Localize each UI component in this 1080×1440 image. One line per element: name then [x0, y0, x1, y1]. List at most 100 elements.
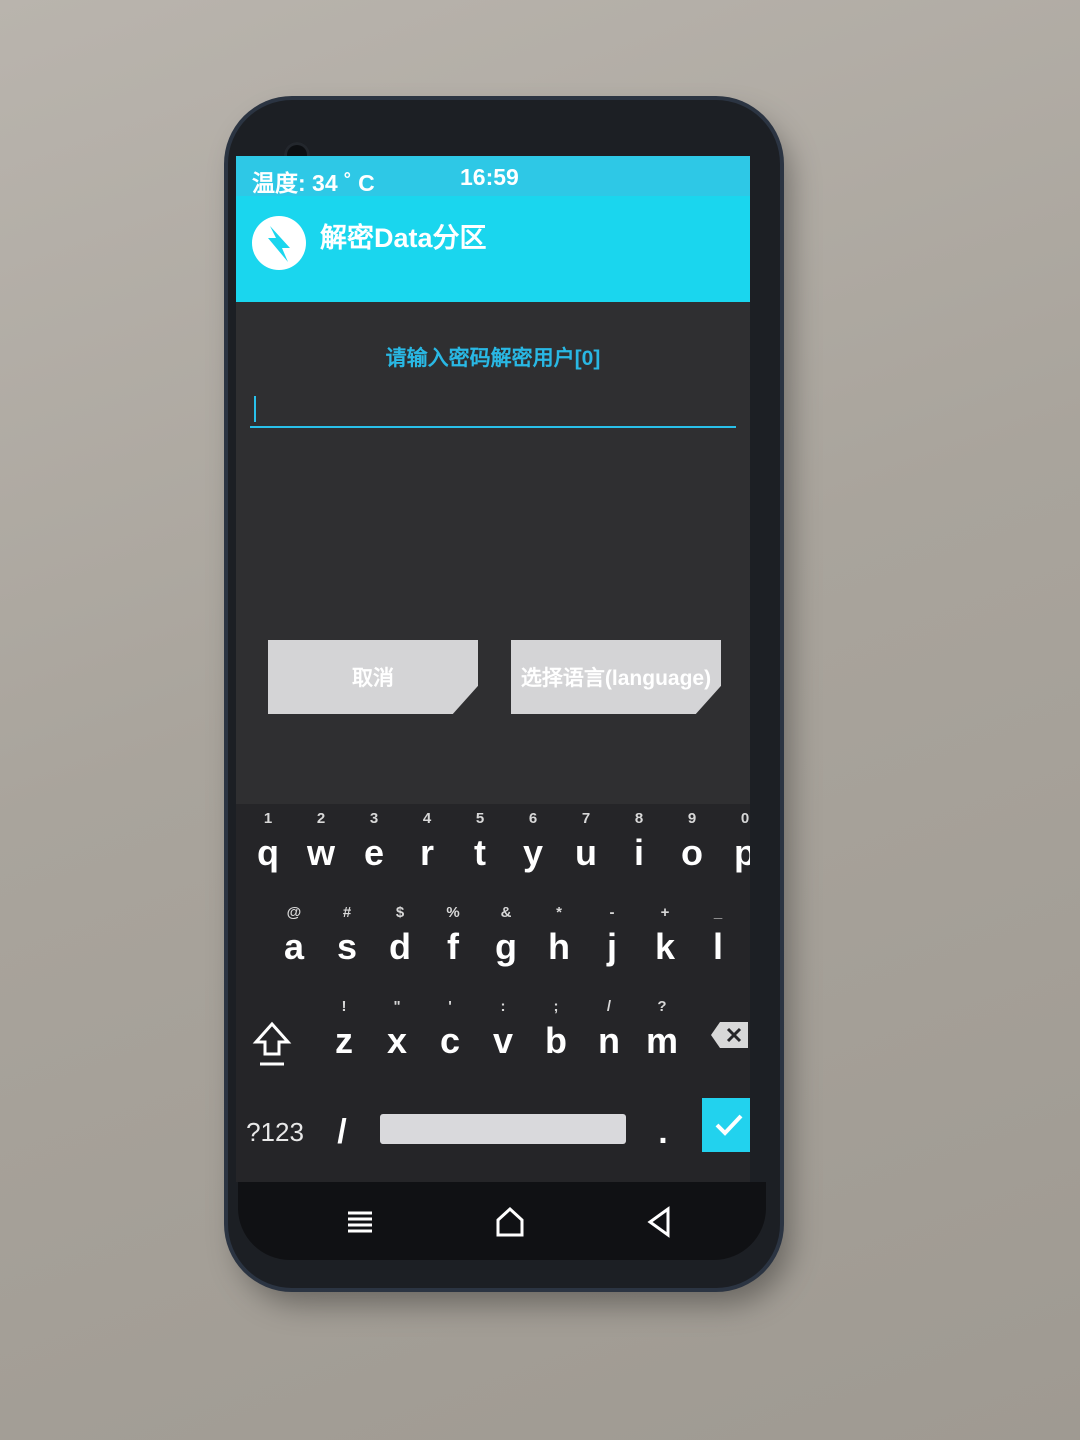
key-g[interactable]: & g	[480, 900, 532, 992]
key-label: n	[598, 1020, 620, 1061]
backspace-icon	[711, 1022, 748, 1048]
key-hint: 4	[422, 810, 432, 827]
key-label: l	[712, 926, 723, 967]
key-p[interactable]: 0p	[719, 806, 750, 898]
on-screen-keyboard: 1q2w3e4r5t6y7u8i9o0p @ a # s $ d% f & g * h - j + k _ l …	[236, 804, 750, 1182]
key-hint: ?	[657, 998, 667, 1015]
backspace-key[interactable]	[700, 994, 750, 1086]
key-hint: 0	[740, 810, 750, 827]
key-hint: 6	[528, 810, 538, 827]
key-hint: _	[713, 904, 723, 921]
key-hint: 9	[687, 810, 697, 827]
home-icon[interactable]	[492, 1204, 528, 1240]
key-label: w	[306, 832, 335, 873]
slash-key[interactable]: /	[320, 1102, 364, 1162]
header-bar: 解密Data分区	[236, 196, 750, 302]
key-hint: !	[341, 998, 347, 1015]
key-hint: "	[393, 998, 401, 1015]
key-label: s	[336, 926, 358, 967]
key-label: o	[681, 832, 703, 873]
dot-key[interactable]: .	[648, 1102, 678, 1162]
key-r[interactable]: 4r	[401, 806, 453, 898]
password-input[interactable]	[250, 392, 736, 428]
key-j[interactable]: -j	[586, 900, 638, 992]
key-x[interactable]: " x	[371, 994, 423, 1086]
key-hint: :	[500, 998, 506, 1015]
key-label: x	[386, 1020, 408, 1061]
key-c[interactable]: ' c	[424, 994, 476, 1086]
keyboard-row-1: 1q2w3e4r5t6y7u8i9o0p	[236, 806, 750, 898]
key-label: t	[474, 832, 486, 873]
clock: 16:59	[460, 164, 519, 190]
enter-key[interactable]	[702, 1098, 750, 1152]
key-label: m	[645, 1020, 678, 1061]
key-y[interactable]: 6y	[507, 806, 559, 898]
key-hint: #	[342, 904, 352, 921]
key-hint: '	[448, 998, 452, 1015]
navigation-bar	[238, 1182, 766, 1260]
twrp-logo-icon	[252, 216, 306, 270]
key-q[interactable]: 1q	[242, 806, 294, 898]
key-d[interactable]: $ d	[374, 900, 426, 992]
key-i[interactable]: 8i	[613, 806, 665, 898]
keyboard-row-2: @ a # s $ d% f & g * h - j + k _ l	[236, 900, 750, 992]
key-f[interactable]: % f	[427, 900, 479, 992]
key-o[interactable]: 9o	[666, 806, 718, 898]
key-label: q	[257, 832, 279, 873]
key-hint: *	[556, 904, 562, 921]
key-hint: -	[609, 904, 615, 921]
key-l[interactable]: _ l	[692, 900, 744, 992]
key-hint: @	[286, 904, 302, 921]
key-hint: 2	[316, 810, 326, 827]
key-b[interactable]: ; b	[530, 994, 582, 1086]
key-label: i	[633, 832, 644, 873]
key-hint: 8	[634, 810, 644, 827]
space-key[interactable]	[380, 1114, 626, 1144]
temperature-readout: 温度: 34 ˚ C	[252, 170, 375, 196]
key-label: h	[548, 926, 570, 967]
select-language-button[interactable]: 选择语言(language)	[511, 640, 721, 714]
cancel-button[interactable]: 取消	[268, 640, 478, 714]
key-label: p	[734, 832, 750, 873]
key-k[interactable]: + k	[639, 900, 691, 992]
key-label: c	[439, 1020, 461, 1061]
key-m[interactable]: ? m	[636, 994, 688, 1086]
key-label: f	[447, 926, 459, 967]
text-caret	[254, 396, 256, 422]
key-hint: 3	[369, 810, 379, 827]
recovery-screen: 温度: 34 ˚ C 16:59 解密Data分区 请输入密码解密用户[0] 取…	[236, 156, 750, 1182]
key-label: r	[419, 832, 434, 873]
key-h[interactable]: * h	[533, 900, 585, 992]
key-n[interactable]: / n	[583, 994, 635, 1086]
key-e[interactable]: 3e	[348, 806, 400, 898]
menu-icon[interactable]	[342, 1204, 378, 1240]
phone-frame: 温度: 34 ˚ C 16:59 解密Data分区 请输入密码解密用户[0] 取…	[228, 100, 780, 1288]
key-w[interactable]: 2w	[295, 806, 347, 898]
key-hint: 1	[263, 810, 273, 827]
key-a[interactable]: @ a	[268, 900, 320, 992]
key-u[interactable]: 7u	[560, 806, 612, 898]
key-hint: 5	[475, 810, 485, 827]
key-hint: ;	[553, 998, 559, 1015]
symbols-key[interactable]: ?123	[240, 1102, 310, 1162]
key-hint: /	[606, 998, 612, 1015]
key-t[interactable]: 5t	[454, 806, 506, 898]
key-hint: 7	[581, 810, 591, 827]
shift-icon	[252, 1021, 292, 1066]
key-z[interactable]: ! z	[318, 994, 370, 1086]
key-label: j	[606, 926, 617, 967]
key-s[interactable]: # s	[321, 900, 373, 992]
key-v[interactable]: :v	[477, 994, 529, 1086]
key-label: b	[545, 1020, 567, 1061]
shift-key[interactable]	[242, 994, 302, 1086]
key-label: y	[522, 832, 544, 873]
back-icon[interactable]	[642, 1204, 678, 1240]
key-label: k	[654, 926, 676, 967]
status-bar: 温度: 34 ˚ C 16:59	[236, 156, 750, 196]
key-hint: $	[395, 904, 405, 921]
key-label: v	[492, 1020, 514, 1061]
key-label: g	[495, 926, 517, 967]
page-title: 解密Data分区	[320, 223, 487, 253]
key-label: e	[363, 832, 385, 873]
key-hint: +	[660, 904, 670, 921]
